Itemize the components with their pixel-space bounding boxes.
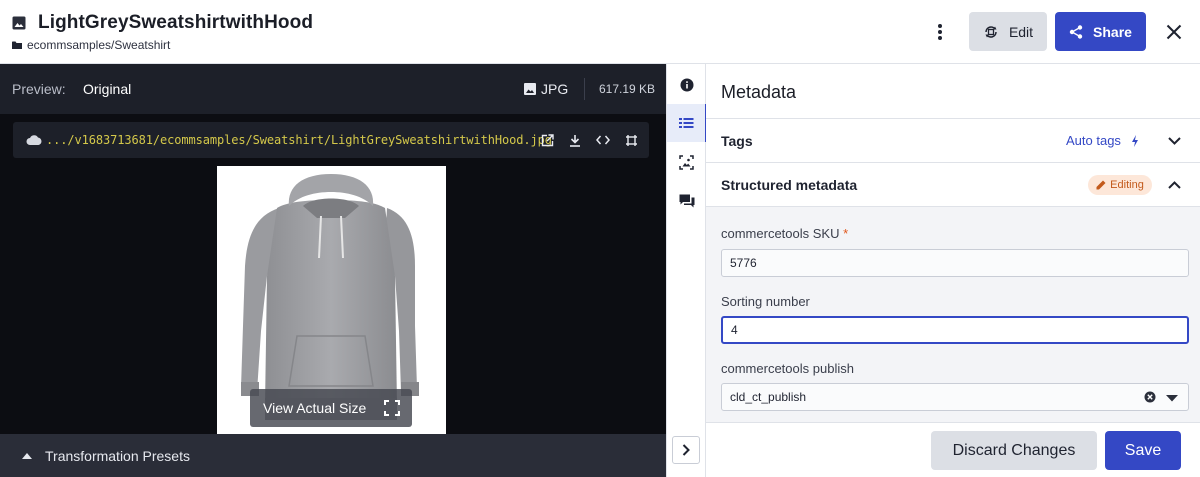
download-button[interactable] (567, 132, 583, 148)
pencil-icon (1096, 180, 1106, 190)
share-button[interactable]: Share (1055, 12, 1146, 51)
discard-changes-button[interactable]: Discard Changes (931, 431, 1097, 470)
folder-icon (12, 41, 22, 49)
editing-label: Editing (1110, 179, 1144, 191)
sku-field[interactable]: 5776 (721, 249, 1189, 277)
format-indicator: JPG (524, 81, 568, 97)
open-external-icon (541, 133, 554, 146)
metadata-list-icon (679, 118, 694, 128)
delivery-url-bar: .../v1683713681/ecommsamples/Sweatshirt/… (13, 122, 649, 158)
format-label: JPG (541, 81, 569, 97)
folder-path[interactable]: ecommsamples/Sweatshirt (27, 38, 170, 52)
open-external-button[interactable] (539, 132, 555, 148)
edit-button[interactable]: Edit (969, 12, 1047, 51)
share-label: Share (1093, 23, 1132, 40)
sku-label-text: commercetools SKU (721, 226, 840, 241)
side-panel-tabs (666, 64, 707, 477)
image-icon (12, 16, 26, 30)
asset-header: LightGreySweatshirtwithHood ecommsamples… (0, 0, 1200, 64)
structured-metadata-form: commercetools SKU * 5776 Sorting number … (706, 207, 1200, 422)
save-button[interactable]: Save (1105, 431, 1181, 470)
structured-metadata-label[interactable]: Structured metadata (721, 177, 857, 193)
expand-panel-button[interactable] (672, 436, 700, 464)
sorting-number-label: Sorting number (721, 294, 810, 309)
preview-mode-select[interactable]: Original (83, 81, 131, 97)
sorting-number-field[interactable]: 4 (721, 316, 1189, 344)
required-marker: * (843, 226, 849, 241)
editing-badge: Editing (1088, 175, 1152, 195)
url-actions (539, 132, 639, 148)
preview-pane: Preview: Original JPG 617.19 KB .../v168… (0, 64, 666, 477)
tab-metadata[interactable] (667, 104, 707, 142)
sku-value: 5776 (730, 256, 757, 270)
auto-tags-button[interactable]: Auto tags (1066, 133, 1139, 148)
tags-section-label[interactable]: Tags (721, 133, 753, 149)
tab-image-analysis[interactable] (667, 143, 706, 181)
tags-expand-toggle[interactable] (1166, 133, 1182, 149)
tab-comments[interactable] (667, 182, 706, 220)
divider (706, 118, 1200, 119)
code-icon (596, 135, 610, 145)
publish-select[interactable]: cld_ct_publish (721, 383, 1189, 411)
sku-field-label: commercetools SKU * (721, 226, 848, 241)
share-icon (1069, 24, 1083, 39)
download-icon (570, 134, 580, 147)
toolbar-divider (584, 78, 585, 100)
preview-label: Preview: (12, 81, 66, 97)
file-size: 617.19 KB (599, 82, 656, 96)
divider (706, 162, 1200, 163)
chevron-up-icon (1167, 181, 1181, 189)
close-button[interactable] (1160, 18, 1188, 46)
chevron-right-icon (682, 444, 690, 456)
cloud-icon (26, 135, 42, 145)
edit-transform-icon (985, 25, 997, 38)
more-options-button[interactable] (928, 18, 952, 46)
auto-tags-label: Auto tags (1066, 133, 1121, 148)
comments-icon (679, 194, 694, 207)
form-footer: Discard Changes Save (706, 422, 1200, 477)
sorting-number-value: 4 (731, 323, 738, 337)
close-icon (1166, 24, 1182, 40)
fullscreen-icon (384, 400, 400, 416)
view-actual-label: View Actual Size (263, 400, 367, 416)
asset-title: LightGreySweatshirtwithHood (38, 12, 314, 33)
more-vertical-icon (938, 24, 942, 40)
transformation-presets-toggle[interactable]: Transformation Presets (0, 434, 666, 477)
breadcrumb[interactable]: ecommsamples/Sweatshirt (12, 38, 170, 52)
embed-code-button[interactable] (595, 132, 611, 148)
view-actual-size-button[interactable]: View Actual Size (250, 389, 412, 427)
info-icon (680, 78, 693, 92)
dropdown-caret-icon[interactable] (1166, 394, 1178, 402)
title-row: LightGreySweatshirtwithHood (12, 12, 313, 34)
metadata-panel: Metadata Tags Auto tags Structured metad… (706, 64, 1200, 477)
delivery-url[interactable]: .../v1683713681/ecommsamples/Sweatshirt/… (46, 133, 552, 147)
bolt-icon (1131, 134, 1138, 147)
tab-info[interactable] (667, 66, 706, 104)
panel-title: Metadata (721, 82, 797, 102)
caret-up-icon (22, 452, 32, 459)
preview-toolbar: Preview: Original JPG 617.19 KB (0, 64, 666, 114)
edit-label: Edit (1008, 23, 1034, 40)
crop-icon (625, 134, 637, 146)
structured-collapse-toggle[interactable] (1166, 177, 1182, 193)
image-analysis-icon (679, 154, 694, 170)
clear-circle-icon[interactable] (1144, 391, 1156, 403)
chevron-down-icon (1167, 137, 1181, 145)
publish-value: cld_ct_publish (730, 390, 807, 404)
publish-field-label: commercetools publish (721, 361, 854, 376)
crop-button[interactable] (623, 132, 639, 148)
image-icon (524, 83, 536, 95)
presets-label: Transformation Presets (45, 447, 190, 464)
